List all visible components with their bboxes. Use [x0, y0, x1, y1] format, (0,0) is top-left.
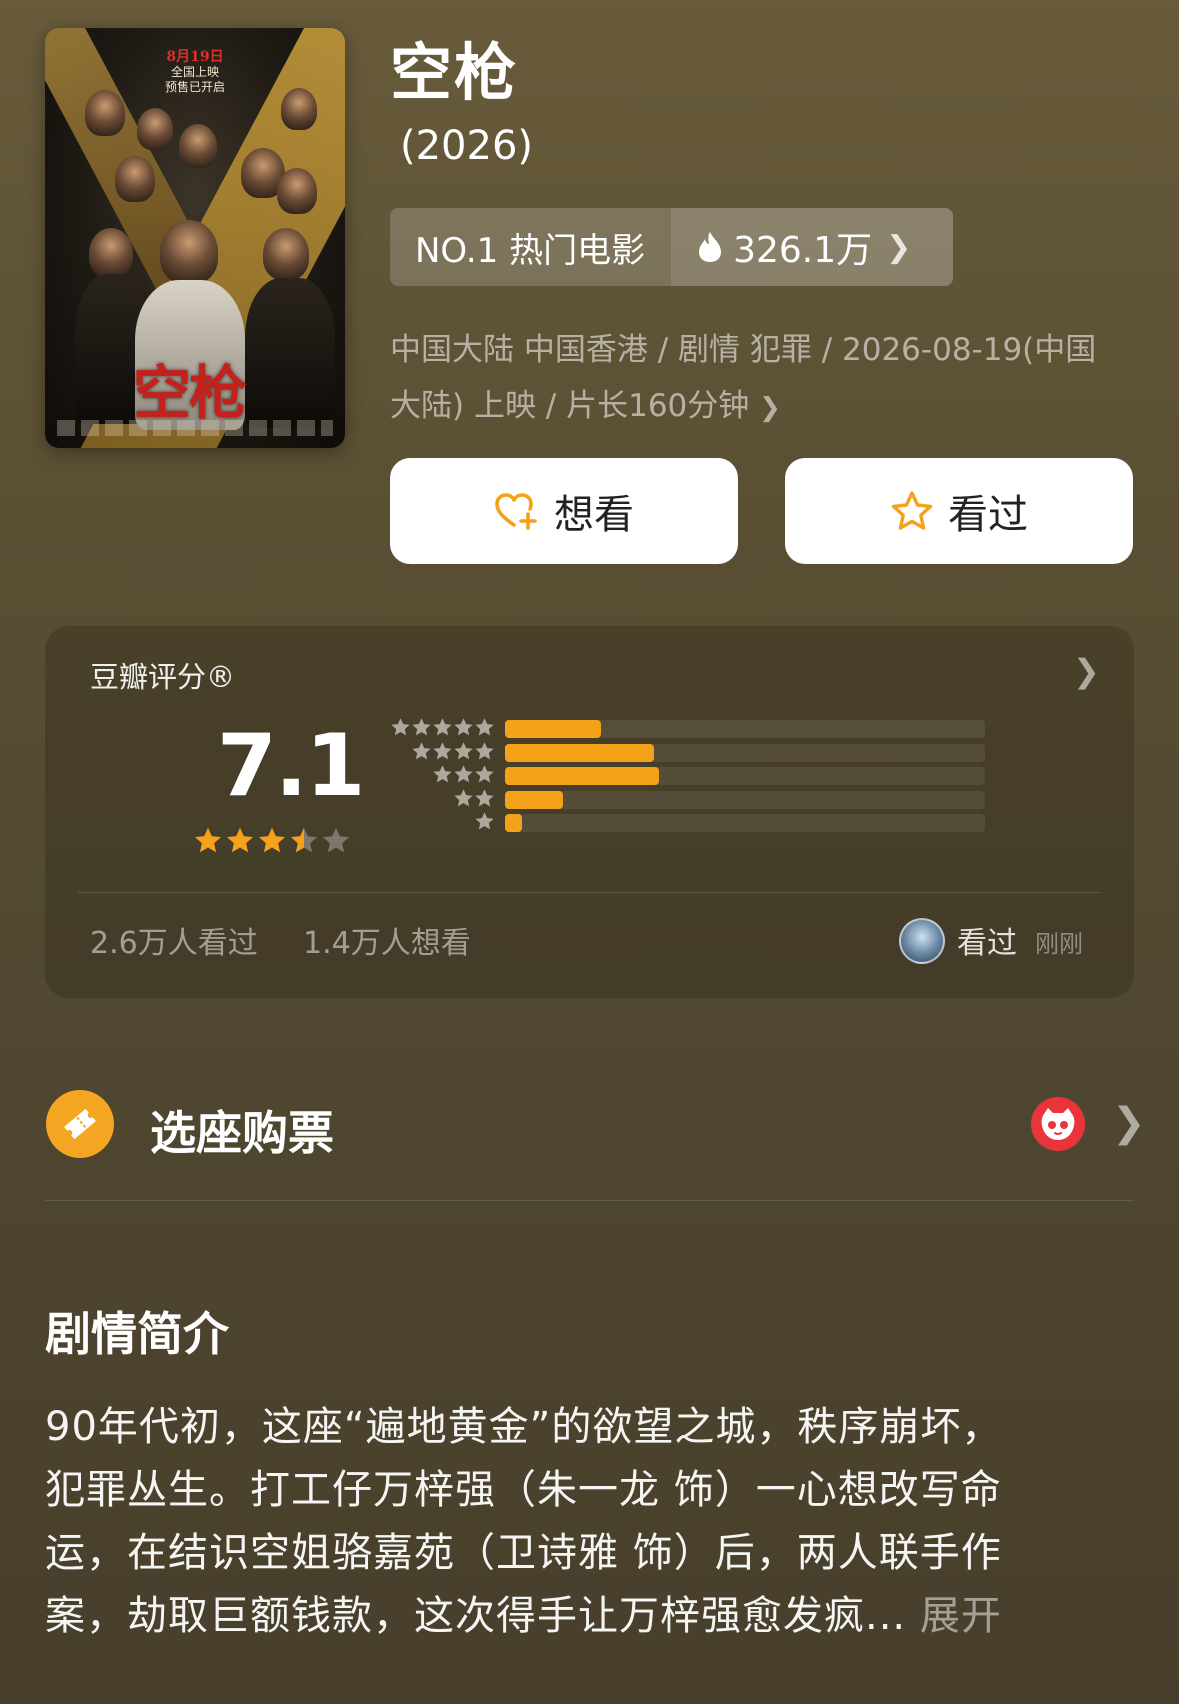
divider [78, 892, 1101, 893]
distribution-stars-2 [453, 788, 495, 813]
divider [45, 1200, 1134, 1201]
poster-title: 空枪 [133, 359, 247, 427]
distribution-star-icon [454, 765, 473, 783]
distribution-stars-4 [411, 741, 495, 766]
rating-score: 7.1 [217, 716, 365, 816]
heat-badge[interactable]: 326.1万 ❯ [671, 208, 953, 286]
chevron-right-icon[interactable]: ❯ [1073, 652, 1100, 690]
heart-plus-icon [495, 493, 537, 530]
flame-icon [699, 232, 722, 262]
heat-value: 326.1万 [733, 230, 873, 271]
wish-count[interactable]: 1.4万人想看 [303, 918, 471, 962]
avatar[interactable] [899, 918, 945, 964]
ticket-icon[interactable] [46, 1090, 114, 1158]
watched-count[interactable]: 2.6万人看过 [90, 918, 258, 962]
distribution-bar-4 [505, 743, 654, 762]
want-to-watch-label: 想看 [554, 492, 634, 538]
rating-star-icon [227, 827, 253, 853]
maoyan-cat-icon[interactable] [1031, 1097, 1085, 1151]
synopsis-line: 犯罪丛生。打工仔万梓强（朱一龙 饰）一心想改写命 [45, 1467, 1002, 1513]
distribution-star-icon [475, 765, 494, 783]
chevron-right-icon[interactable]: ❯ [1112, 1100, 1146, 1146]
watched-label: 看过 [948, 492, 1028, 538]
movie-poster[interactable]: 8月19日 全国上映 预售已开启 空枪 [45, 28, 345, 448]
distribution-bar-track [505, 814, 985, 832]
rating-star-icon [195, 827, 221, 853]
distribution-star-icon [412, 741, 431, 759]
distribution-bar-track [505, 767, 985, 785]
rank-chip[interactable]: NO.1 热门电影 326.1万 ❯ [390, 208, 953, 286]
synopsis-line: 90年代初，这座“遍地黄金”的欲望之城，秩序崩坏， [45, 1404, 1003, 1450]
douban-rating-card[interactable]: 豆瓣评分® ❯ 7.1 2.6万人看过 1.4万人想看 看过 刚刚 [45, 626, 1134, 998]
rating-star-icon [323, 827, 349, 853]
distribution-star-icon [433, 741, 452, 759]
expand-link[interactable]: 展开 [920, 1593, 1002, 1639]
distribution-bar-2 [505, 790, 563, 809]
ticket-glyph [64, 1108, 96, 1140]
chevron-right-icon: ❯ [759, 393, 781, 423]
rating-star-icon [259, 827, 285, 853]
poster-credits [57, 420, 333, 436]
distribution-star-icon [454, 788, 473, 806]
cat-face [1041, 1108, 1075, 1140]
distribution-star-icon [475, 741, 494, 759]
movie-meta[interactable]: 中国大陆 中国香港 / 剧情 犯罪 / 2026-08-19(中国 大陆) 上映… [390, 322, 1135, 436]
distribution-bar-1 [505, 814, 522, 832]
distribution-bar-track [505, 743, 985, 762]
synopsis-text[interactable]: 90年代初，这座“遍地黄金”的欲望之城，秩序崩坏， 犯罪丛生。打工仔万梓强（朱一… [45, 1396, 1135, 1648]
star-icon [891, 491, 933, 530]
meta-line-2: 大陆) 上映 / 片长160分钟 ❯ [390, 388, 781, 424]
distribution-star-icon [433, 718, 452, 736]
score-stars [193, 826, 353, 860]
buy-tickets-label[interactable]: 选座购票 [150, 1097, 334, 1163]
distribution-bar-3 [505, 767, 659, 785]
distribution-star-icon [475, 788, 494, 806]
distribution-stars-3 [432, 764, 495, 789]
distribution-bar-5 [505, 720, 601, 738]
chevron-right-icon: ❯ [886, 229, 912, 265]
want-to-watch-button[interactable]: 想看 [390, 458, 738, 564]
rating-label: 豆瓣评分® [90, 660, 236, 694]
distribution-bar-track [505, 720, 985, 738]
synopsis-line: 案，劫取巨额钱款，这次得手让万梓强愈发疯... 展开 [45, 1593, 1002, 1639]
distribution-bar-track [505, 790, 985, 809]
distribution-star-icon [412, 718, 431, 736]
movie-title: 空枪 [390, 36, 519, 109]
rank-label: NO.1 热门电影 [415, 230, 646, 271]
distribution-star-icon [475, 718, 494, 736]
synopsis-heading: 剧情简介 [45, 1307, 229, 1361]
movie-year: (2026) [400, 123, 534, 169]
distribution-star-icon [454, 718, 473, 736]
distribution-stars-1 [474, 811, 495, 836]
watched-button[interactable]: 看过 [785, 458, 1133, 564]
friend-status: 看过 [957, 926, 1017, 961]
distribution-star-icon [454, 741, 473, 759]
meta-line-1: 中国大陆 中国香港 / 剧情 犯罪 / 2026-08-19(中国 [390, 332, 1097, 368]
friend-time: 刚刚 [1035, 930, 1083, 958]
synopsis-line: 运，在结识空姐骆嘉苑（卫诗雅 饰）后，两人联手作 [45, 1530, 1002, 1576]
distribution-star-icon [433, 765, 452, 783]
rating-star-icon [291, 827, 317, 853]
distribution-stars-5 [390, 717, 495, 742]
distribution-star-icon [475, 812, 494, 830]
distribution-star-icon [391, 718, 410, 736]
